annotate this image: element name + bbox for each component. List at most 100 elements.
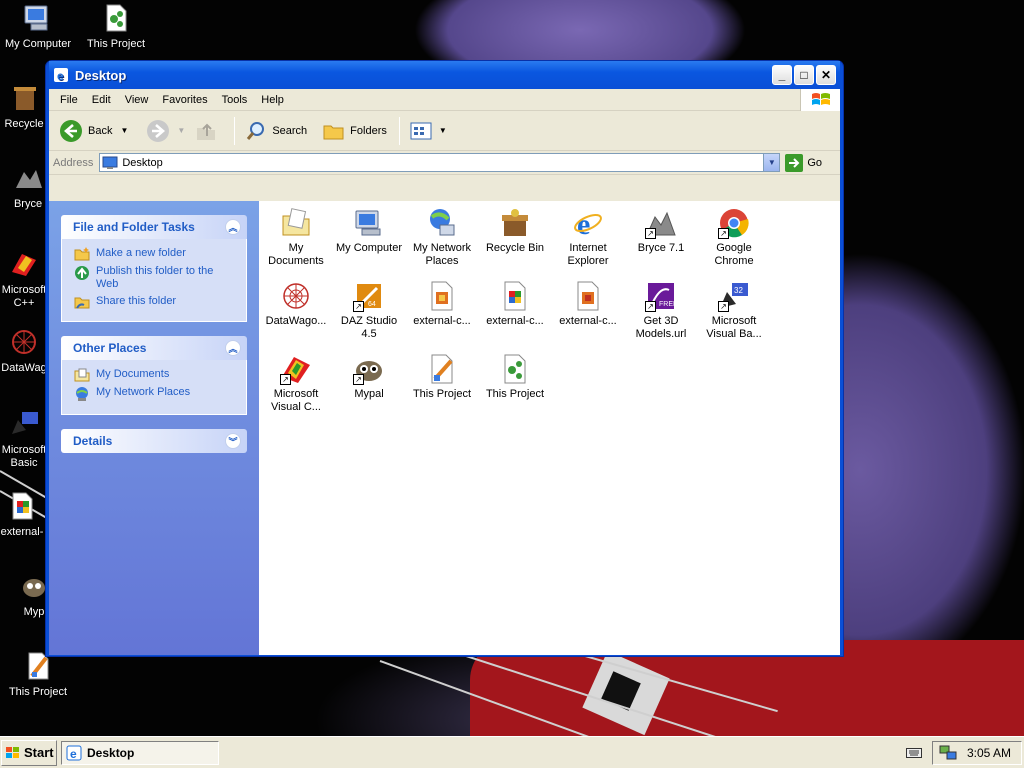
tray-area: 3:05 AM <box>931 741 1022 765</box>
toolbar-separator <box>234 116 236 145</box>
search-button[interactable]: Search <box>241 118 311 144</box>
shortcut-arrow-icon: ↗ <box>645 228 656 239</box>
bryce-icon: ↗ <box>645 207 677 239</box>
menu-file[interactable]: File <box>53 92 85 108</box>
network-places-icon <box>426 207 458 239</box>
start-button[interactable]: Start <box>1 739 57 766</box>
file-item[interactable]: 64 ↗ DAZ Studio 4.5 <box>330 280 408 341</box>
menu-help[interactable]: Help <box>254 92 291 108</box>
go-arrow-icon <box>785 153 804 172</box>
task-publish-folder[interactable]: Publish this folder to the Web <box>74 265 236 291</box>
keyboard-icon[interactable] <box>905 747 922 759</box>
details-header[interactable]: Details ︾ <box>61 429 247 453</box>
recycle-bin-icon <box>499 207 531 239</box>
external-file-icon <box>12 492 33 520</box>
task-pane: File and Folder Tasks ︽ Make a new folde… <box>49 201 259 655</box>
windows-logo <box>800 89 840 111</box>
file-item[interactable]: e Internet Explorer <box>549 207 627 268</box>
desktop-icon-this-project[interactable]: This Project <box>78 2 154 51</box>
file-folder-tasks-header[interactable]: File and Folder Tasks ︽ <box>61 215 247 239</box>
back-button[interactable]: Back ▼ <box>55 117 132 145</box>
file-folder-tasks-panel: File and Folder Tasks ︽ Make a new folde… <box>61 215 247 322</box>
svg-text:e: e <box>70 747 77 761</box>
file-item[interactable]: external-c... <box>403 280 481 328</box>
get-3d-models-icon: FREE ↗ <box>645 280 678 312</box>
file-view[interactable]: My Documents My Computer My Network Plac… <box>259 201 840 655</box>
datawagon-icon <box>280 280 312 312</box>
other-places-header[interactable]: Other Places ︽ <box>61 336 247 360</box>
task-share-folder[interactable]: Share this folder <box>74 295 236 309</box>
back-arrow-icon <box>60 119 82 142</box>
file-item[interactable]: DataWago... <box>257 280 335 328</box>
folders-button[interactable]: Folders <box>319 119 391 143</box>
new-folder-icon <box>74 247 90 261</box>
file-item[interactable]: ↗ Mypal <box>330 353 408 401</box>
taskbar: Start e Desktop 3:05 AM <box>0 736 1024 768</box>
datawagon-icon <box>12 330 36 354</box>
file-item[interactable]: external-c... <box>549 280 627 328</box>
views-dropdown-icon[interactable]: ▼ <box>439 126 447 135</box>
menu-edit[interactable]: Edit <box>85 92 118 108</box>
forward-arrow-icon <box>147 119 170 142</box>
file-item[interactable]: This Project <box>476 353 554 401</box>
project-paint-icon <box>426 353 458 385</box>
svg-text:32: 32 <box>734 286 743 295</box>
file-item[interactable]: ↗ Bryce 7.1 <box>622 207 700 255</box>
menu-tools[interactable]: Tools <box>215 92 255 108</box>
file-item[interactable]: My Documents <box>257 207 335 268</box>
views-button[interactable]: ▼ <box>406 120 451 142</box>
project-icon <box>106 4 127 32</box>
forward-button[interactable]: ▼ <box>142 117 189 145</box>
place-my-network-places[interactable]: My Network Places <box>74 386 236 402</box>
close-button[interactable]: ✕ <box>816 65 836 85</box>
folders-icon <box>323 125 344 139</box>
up-folder-icon <box>197 123 216 140</box>
file-item[interactable]: 32 ↗ Microsoft Visual Ba... <box>695 280 773 341</box>
other-places-panel: Other Places ︽ My Documents My Network P… <box>61 336 247 415</box>
collapse-chevron-icon[interactable]: ︽ <box>225 219 241 235</box>
maximize-button[interactable]: □ <box>794 65 814 85</box>
go-button[interactable]: Go <box>785 153 822 172</box>
window-title: Desktop <box>75 67 127 83</box>
address-input[interactable]: Desktop ▼ <box>99 153 781 172</box>
expand-chevron-icon[interactable]: ︾ <box>225 433 241 449</box>
file-item[interactable]: FREE ↗ Get 3D Models.url <box>622 280 700 341</box>
file-item[interactable]: My Network Places <box>403 207 481 268</box>
address-dropdown-icon[interactable]: ▼ <box>763 154 780 171</box>
file-item[interactable]: This Project <box>403 353 481 401</box>
desktop-address-icon <box>102 156 118 169</box>
menu-favorites[interactable]: Favorites <box>155 92 214 108</box>
other-places-body: My Documents My Network Places <box>61 360 247 415</box>
collapse-chevron-icon[interactable]: ︽ <box>225 340 241 356</box>
address-bar: Address Desktop ▼ Go <box>49 151 840 175</box>
forward-dropdown-icon[interactable]: ▼ <box>177 126 185 135</box>
menu-view[interactable]: View <box>118 92 156 108</box>
file-item[interactable]: ↗ Microsoft Visual C... <box>257 353 335 414</box>
svg-text:64: 64 <box>368 301 376 308</box>
file-item[interactable]: Recycle Bin <box>476 207 554 255</box>
internet-explorer-icon: e <box>572 207 604 241</box>
window-titlebar[interactable]: e Desktop _ □ ✕ <box>49 61 840 89</box>
shortcut-arrow-icon: ↗ <box>718 228 729 239</box>
visual-basic-icon <box>12 412 38 434</box>
ie-window-icon: e <box>66 745 82 761</box>
place-my-documents[interactable]: My Documents <box>74 368 236 382</box>
explorer-window[interactable]: e Desktop _ □ ✕ File Edit View Favorites… <box>45 60 844 657</box>
clock[interactable]: 3:05 AM <box>967 746 1011 760</box>
file-folder-tasks-body: Make a new folder Publish this folder to… <box>61 239 247 322</box>
file-item[interactable]: external-c... <box>476 280 554 328</box>
taskbar-item-desktop[interactable]: e Desktop <box>61 740 219 765</box>
external-file-icon <box>572 280 604 312</box>
task-make-new-folder[interactable]: Make a new folder <box>74 247 236 261</box>
network-tray-icon[interactable] <box>939 745 957 761</box>
desktop-icon-this-project-paint[interactable]: This Project <box>0 650 76 699</box>
back-dropdown-icon[interactable]: ▼ <box>120 126 128 135</box>
publish-web-icon <box>75 266 89 280</box>
share-folder-icon <box>74 297 90 309</box>
file-item[interactable]: ↗ Google Chrome <box>695 207 773 268</box>
recycle-bin-icon <box>14 87 36 110</box>
desktop-icon-my-computer[interactable]: My Computer <box>0 2 76 51</box>
up-folder-button[interactable] <box>191 118 226 144</box>
minimize-button[interactable]: _ <box>772 65 792 85</box>
file-item[interactable]: My Computer <box>330 207 408 255</box>
